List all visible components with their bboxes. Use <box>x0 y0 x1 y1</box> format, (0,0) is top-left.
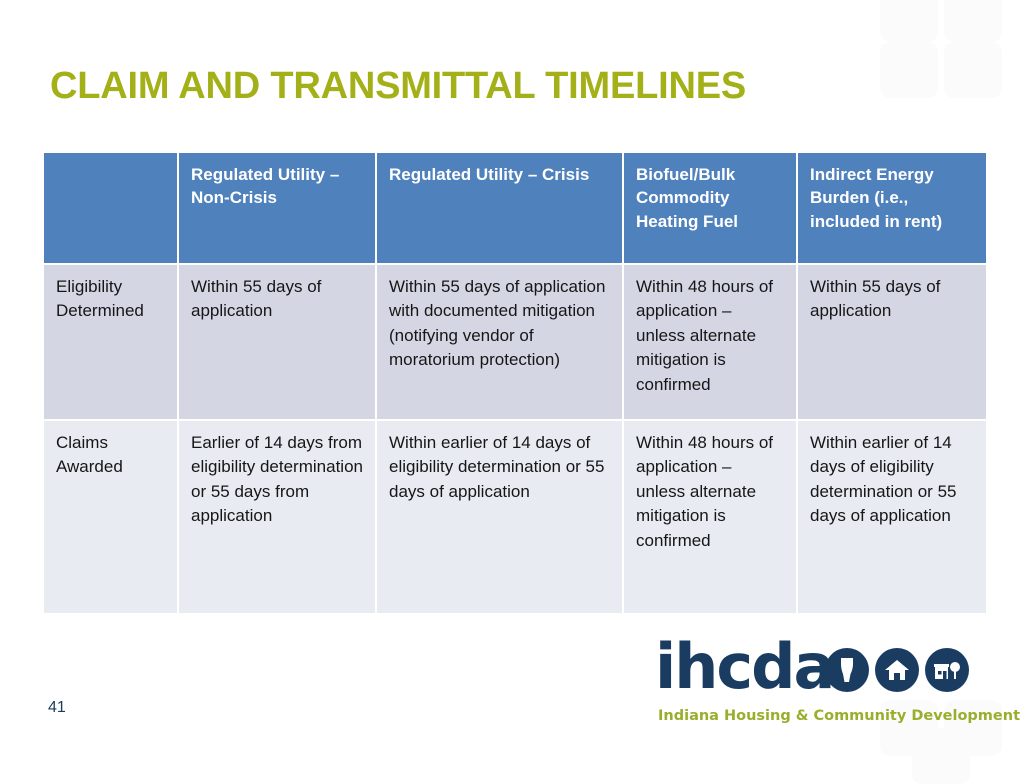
cell-claims-crisis: Within earlier of 14 days of eligibility… <box>377 421 622 613</box>
decorative-block <box>944 0 1002 42</box>
page-title: CLAIM AND TRANSMITTAL TIMELINES <box>50 65 747 107</box>
cell-eligibility-biofuel: Within 48 hours of application – unless … <box>624 265 796 419</box>
table-header-row: Regulated Utility – Non-Crisis Regulated… <box>44 153 986 263</box>
slide-page-number: 41 <box>48 699 66 716</box>
row-label-eligibility-determined: Eligibility Determined <box>44 265 177 419</box>
row-label-claims-awarded: Claims Awarded <box>44 421 177 613</box>
cell-eligibility-non-crisis: Within 55 days of application <box>179 265 375 419</box>
ihcda-tagline: Indiana Housing & Community Development … <box>658 708 1024 724</box>
house-icon <box>875 648 919 692</box>
indiana-state-icon <box>825 648 869 692</box>
decorative-block <box>880 42 938 98</box>
column-header-regulated-non-crisis: Regulated Utility – Non-Crisis <box>179 153 375 263</box>
table-row: Claims Awarded Earlier of 14 days from e… <box>44 421 986 613</box>
column-header-corner <box>44 153 177 263</box>
cell-eligibility-indirect: Within 55 days of application <box>798 265 986 419</box>
ihcda-wordmark: ihcda <box>655 630 835 703</box>
cell-claims-biofuel: Within 48 hours of application – unless … <box>624 421 796 613</box>
logo-icon-group <box>825 648 969 692</box>
table-row: Eligibility Determined Within 55 days of… <box>44 265 986 419</box>
ihcda-logo: ihcda Indiana Housing & Community Develo… <box>655 636 1024 732</box>
claim-transmittal-timelines-table: Regulated Utility – Non-Crisis Regulated… <box>42 151 988 615</box>
column-header-indirect-energy: Indirect Energy Burden (i.e., included i… <box>798 153 986 263</box>
column-header-biofuel-bulk: Biofuel/Bulk Commodity Heating Fuel <box>624 153 796 263</box>
building-tree-icon <box>925 648 969 692</box>
cell-eligibility-crisis: Within 55 days of application with docum… <box>377 265 622 419</box>
cell-claims-non-crisis: Earlier of 14 days from eligibility dete… <box>179 421 375 613</box>
column-header-regulated-crisis: Regulated Utility – Crisis <box>377 153 622 263</box>
cell-claims-indirect: Within earlier of 14 days of eligibility… <box>798 421 986 613</box>
decorative-block <box>912 728 970 784</box>
decorative-block <box>880 0 938 42</box>
decorative-block <box>944 42 1002 98</box>
